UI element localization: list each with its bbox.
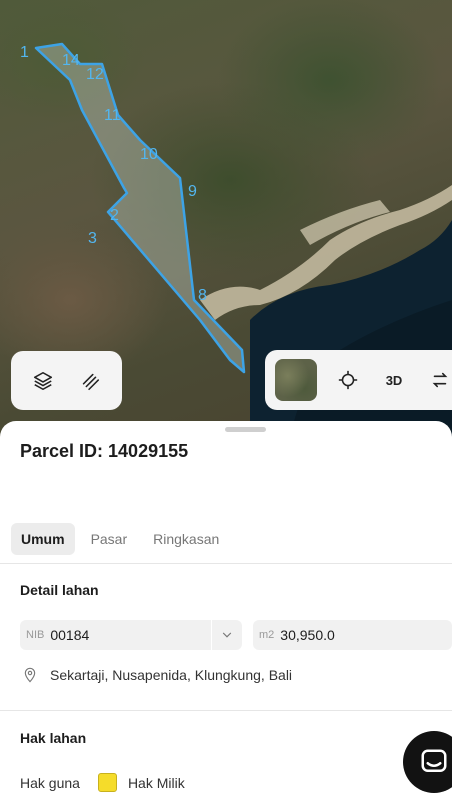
measure-icon[interactable] <box>73 364 107 398</box>
rights-value: Hak Milik <box>127 774 185 791</box>
vertex-label: 14 <box>62 52 80 69</box>
tab-ringkasan[interactable]: Ringkasan <box>143 523 229 555</box>
parcel-detail-sheet: Parcel ID: 14029155 Umum Pasar Ringkasan… <box>0 421 452 804</box>
nib-value: 00184 <box>50 627 90 643</box>
rights-row: Hak guna Hak Milik <box>20 773 185 792</box>
parcel-title: Parcel ID: 14029155 <box>20 441 189 461</box>
rights-label: Hak guna <box>20 774 80 791</box>
address-row: Sekartaji, Nusapenida, Klungkung, Bali <box>22 666 292 684</box>
address-text: Sekartaji, Nusapenida, Klungkung, Bali <box>50 667 293 683</box>
tab-umum[interactable]: Umum <box>11 523 75 555</box>
vertex-label: 2 <box>110 207 119 224</box>
location-pin-icon <box>24 667 36 683</box>
vertex-label: 3 <box>88 230 97 247</box>
layers-icon[interactable] <box>26 364 60 398</box>
crosshair-icon[interactable] <box>331 363 365 397</box>
chat-icon <box>421 749 447 772</box>
tab-pasar[interactable]: Pasar <box>81 523 138 555</box>
vertex-label: 10 <box>140 146 158 163</box>
transfer-icon[interactable] <box>423 363 452 397</box>
vertex-label: 11 <box>104 107 121 124</box>
area-value: 30,950.0 <box>280 627 335 643</box>
map-view-panel: 3D <box>265 350 452 410</box>
vertex-label: 8 <box>198 287 207 304</box>
nib-prefix: NIB <box>26 629 45 641</box>
map-tools-panel <box>11 351 122 410</box>
detail-heading: Detail lahan <box>20 582 99 598</box>
area-field[interactable]: m2 30,950.0 <box>253 620 452 650</box>
section-divider <box>0 710 452 711</box>
satellite-thumbnail[interactable] <box>275 359 317 401</box>
vertex-label: 12 <box>86 66 104 83</box>
vertex-label: 1 <box>20 44 29 61</box>
area-unit: m2 <box>259 629 275 641</box>
detail-tabs: Umum Pasar Ringkasan <box>11 523 229 555</box>
rights-color-swatch <box>97 773 117 792</box>
chevron-down-icon[interactable] <box>220 628 234 647</box>
toggle-3d-button[interactable]: 3D <box>379 373 409 388</box>
tabs-divider <box>0 563 452 564</box>
sheet-drag-handle[interactable] <box>225 427 266 432</box>
vertex-label: 9 <box>188 183 197 200</box>
rights-heading: Hak lahan <box>20 730 87 746</box>
field-separator <box>211 620 212 650</box>
nib-select[interactable]: NIB 00184 <box>20 620 242 650</box>
